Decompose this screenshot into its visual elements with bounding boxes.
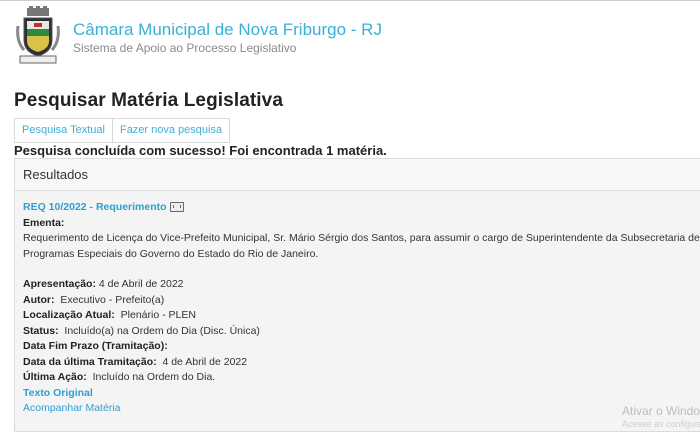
field-label: Data da última Tramitação:	[23, 355, 157, 368]
windows-activation-subtext: Acesse as configurações	[622, 419, 700, 429]
app-title[interactable]: Câmara Municipal de Nova Friburgo - RJ	[73, 20, 382, 40]
field-value: Incluído(a) na Ordem do Dia (Disc. Única…	[58, 324, 260, 337]
results-heading: Resultados	[15, 159, 700, 191]
field-value: Incluído na Ordem do Dia.	[86, 371, 216, 383]
ementa-text-line-1: Requerimento de Licença do Vice-Prefeito…	[23, 232, 700, 244]
field-label: Status:	[23, 324, 59, 337]
field-label: Última Ação:	[23, 371, 87, 383]
field-ultima-acao: Última Ação: Incluído na Ordem do Dia.	[23, 370, 700, 386]
field-value: Plenário - PLEN	[114, 309, 196, 321]
field-label: Apresentação:	[23, 278, 96, 290]
app-subtitle: Sistema de Apoio ao Processo Legislativo	[73, 41, 297, 55]
field-autor: Autor: Executivo - Prefeito(a)	[23, 293, 700, 309]
municipal-crest-logo[interactable]	[14, 6, 62, 66]
field-value: 4 de Abril de 2022	[156, 355, 248, 368]
field-data-ultima-tramitacao: Data da última Tramitação: 4 de Abril de…	[23, 355, 700, 371]
field-status: Status: Incluído(a) na Ordem do Dia (Dis…	[23, 324, 700, 340]
page-title: Pesquisar Matéria Legislativa	[14, 90, 284, 111]
top-border	[0, 0, 700, 1]
ementa-label: Ementa:	[23, 216, 65, 229]
field-value: Executivo - Prefeito(a)	[54, 293, 165, 306]
search-status-message: Pesquisa concluída com sucesso! Foi enco…	[14, 143, 387, 158]
acompanhar-materia-link[interactable]: Acompanhar Matéria	[23, 402, 120, 414]
result-item: REQ 10/2022 - Requerimento Ementa: Reque…	[15, 191, 700, 426]
field-localizacao-atual: Localização Atual: Plenário - PLEN	[23, 308, 700, 324]
field-apresentacao: Apresentação: 4 de Abril de 2022	[23, 277, 700, 293]
field-value: 4 de Abril de 2022	[95, 278, 184, 290]
field-label: Autor:	[23, 293, 55, 306]
site-header: Câmara Municipal de Nova Friburgo - RJ S…	[14, 6, 382, 66]
ementa-text-line-2: Programas Especiais do Governo do Estado…	[23, 247, 319, 260]
search-tabs: Pesquisa Textual Fazer nova pesquisa	[14, 118, 231, 143]
texto-original-link[interactable]: Texto Original	[23, 387, 93, 399]
windows-activation-watermark: Ativar o Windows	[622, 404, 700, 418]
materia-title-link[interactable]: REQ 10/2022 - Requerimento	[23, 201, 167, 213]
document-icon[interactable]	[169, 202, 184, 213]
results-panel: Resultados REQ 10/2022 - Requerimento Em…	[14, 158, 700, 432]
tab-fazer-nova-pesquisa[interactable]: Fazer nova pesquisa	[112, 118, 231, 143]
field-label: Data Fim Prazo (Tramitação):	[23, 340, 168, 352]
field-label: Localização Atual:	[23, 309, 115, 321]
tab-pesquisa-textual[interactable]: Pesquisa Textual	[14, 118, 113, 143]
field-data-fim-prazo: Data Fim Prazo (Tramitação):	[23, 339, 700, 355]
